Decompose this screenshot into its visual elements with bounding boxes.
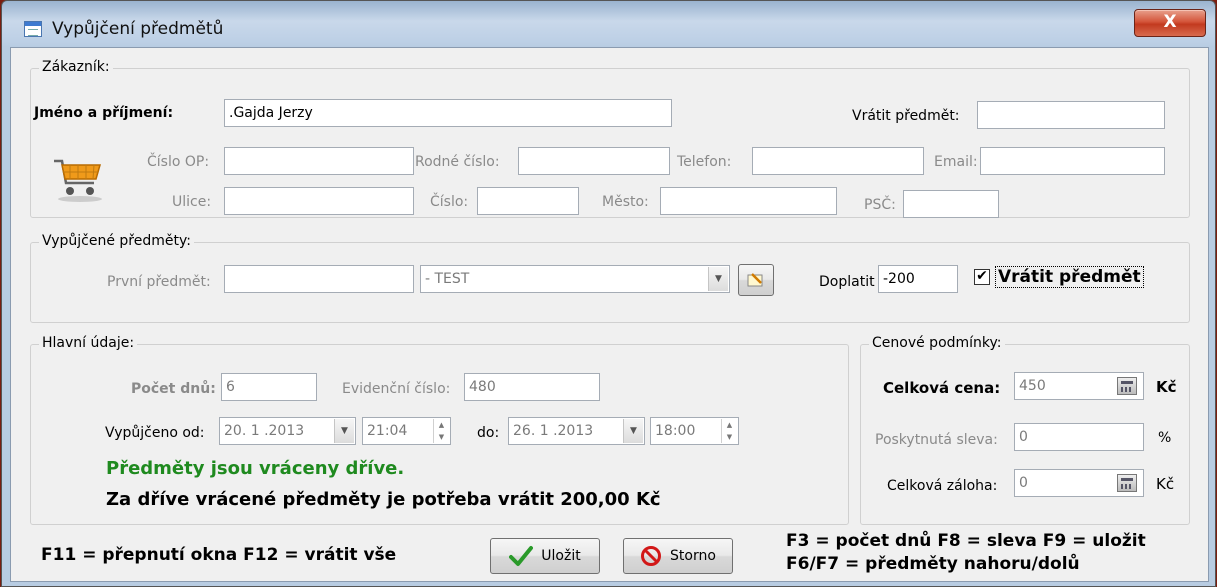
total-price-value: 450 xyxy=(1019,378,1046,394)
op-input[interactable] xyxy=(224,147,414,175)
zip-label: PSČ: xyxy=(864,197,896,213)
chevron-down-icon[interactable]: ▼ xyxy=(623,419,643,443)
from-time-value: 21:04 xyxy=(367,423,408,439)
chevron-down-icon[interactable]: ▼ xyxy=(334,419,354,443)
checkmark-icon xyxy=(509,546,534,566)
number-label: Číslo: xyxy=(430,194,469,210)
total-price-unit: Kč xyxy=(1156,378,1177,396)
price-conditions-legend: Cenové podmínky: xyxy=(869,335,1005,351)
spin-arrows-icon[interactable]: ▲ ▼ xyxy=(721,419,737,443)
to-label: do: xyxy=(477,425,500,441)
city-label: Město: xyxy=(602,194,649,210)
days-label: Počet dnů: xyxy=(131,381,216,397)
from-date-value: 20. 1 .2013 xyxy=(224,423,305,439)
cancel-button[interactable]: Storno xyxy=(623,538,733,574)
street-input[interactable] xyxy=(224,187,414,215)
hint-right-line1: F3 = počet dnů F8 = sleva F9 = uložit xyxy=(786,531,1146,551)
item-combo[interactable]: - TEST ▼ xyxy=(420,265,730,293)
return-item-checkbox[interactable]: ✔ xyxy=(974,269,990,285)
deposit-label: Celková záloha: xyxy=(887,478,998,494)
to-time-spinner[interactable]: 18:00 ▲ ▼ xyxy=(650,417,739,445)
zip-input[interactable] xyxy=(903,190,999,218)
prohibited-icon xyxy=(641,546,662,566)
customer-legend: Zákazník: xyxy=(39,59,113,75)
total-price-label: Celková cena: xyxy=(883,379,1001,397)
pencil-edit-icon xyxy=(747,273,763,287)
borrowed-items-legend: Vypůjčené předměty: xyxy=(39,233,194,249)
rc-input[interactable] xyxy=(518,147,670,175)
email-label: Email: xyxy=(934,154,978,170)
discount-label: Poskytnutá sleva: xyxy=(875,432,998,448)
from-label: Vypůjčeno od: xyxy=(105,425,205,441)
return-item-label: Vrátit předmět: xyxy=(852,108,960,124)
title-bar[interactable]: Vypůjčení předmětů X xyxy=(2,1,1215,47)
save-button[interactable]: Uložit xyxy=(490,538,600,574)
return-item-input[interactable] xyxy=(977,101,1165,129)
deposit-value: 0 xyxy=(1019,475,1028,491)
calculator-icon[interactable] xyxy=(1117,377,1137,395)
phone-input[interactable] xyxy=(752,147,924,175)
status-message-green: Předměty jsou vráceny dříve. xyxy=(106,458,405,479)
days-input[interactable]: 6 xyxy=(221,373,317,401)
hint-right-line2: F6/F7 = předměty nahoru/dolů xyxy=(786,554,1080,574)
email-input[interactable] xyxy=(980,147,1165,175)
phone-label: Telefon: xyxy=(677,154,732,170)
hint-left: F11 = přepnutí okna F12 = vrátit vše xyxy=(41,545,397,565)
shopping-cart-icon xyxy=(54,159,102,202)
dialog-client-area: Zákazník: Jméno a příjmení: .Gajda Jerzy… xyxy=(10,47,1209,582)
street-label: Ulice: xyxy=(172,194,212,210)
deposit-input[interactable]: 0 xyxy=(1014,469,1144,497)
evid-input[interactable]: 480 xyxy=(464,373,600,401)
doplatit-input[interactable]: -200 xyxy=(878,265,958,293)
to-date-value: 26. 1 .2013 xyxy=(513,423,594,439)
main-info-legend: Hlavní údaje: xyxy=(39,335,138,351)
edit-item-button[interactable] xyxy=(738,264,774,296)
to-time-value: 18:00 xyxy=(655,423,696,439)
first-item-input[interactable] xyxy=(224,265,414,293)
from-time-spinner[interactable]: 21:04 ▲ ▼ xyxy=(362,417,451,445)
spin-arrows-icon[interactable]: ▲ ▼ xyxy=(433,419,449,443)
city-input[interactable] xyxy=(660,187,837,215)
total-price-input[interactable]: 450 xyxy=(1014,372,1144,400)
chevron-down-icon[interactable]: ▼ xyxy=(708,267,728,291)
rc-label: Rodné číslo: xyxy=(415,154,500,170)
window-app-icon xyxy=(24,21,42,37)
name-input[interactable]: .Gajda Jerzy xyxy=(224,99,672,127)
calculator-icon[interactable] xyxy=(1117,474,1137,492)
deposit-unit: Kč xyxy=(1156,475,1175,493)
first-item-label: První předmět: xyxy=(107,274,211,290)
op-label: Číslo OP: xyxy=(147,154,210,170)
discount-input[interactable]: 0 xyxy=(1014,423,1144,451)
to-date-picker[interactable]: 26. 1 .2013 ▼ xyxy=(508,417,645,445)
evid-label: Evidenční číslo: xyxy=(342,381,451,397)
item-combo-value: - TEST xyxy=(425,271,470,287)
cancel-button-label: Storno xyxy=(670,548,716,564)
close-button[interactable]: X xyxy=(1134,9,1206,37)
name-label: Jméno a příjmení: xyxy=(34,105,174,121)
dialog-window: Vypůjčení předmětů X Zákazník: Jméno a p… xyxy=(1,0,1216,587)
discount-unit: % xyxy=(1158,430,1172,446)
from-date-picker[interactable]: 20. 1 .2013 ▼ xyxy=(219,417,356,445)
doplatit-label: Doplatit xyxy=(819,274,875,290)
window-title: Vypůjčení předmětů xyxy=(52,19,224,39)
number-input[interactable] xyxy=(477,187,579,215)
save-button-label: Uložit xyxy=(541,548,581,564)
status-message-refund: Za dříve vrácené předměty je potřeba vrá… xyxy=(106,489,661,510)
return-item-checkbox-label[interactable]: Vrátit předmět xyxy=(995,266,1144,288)
